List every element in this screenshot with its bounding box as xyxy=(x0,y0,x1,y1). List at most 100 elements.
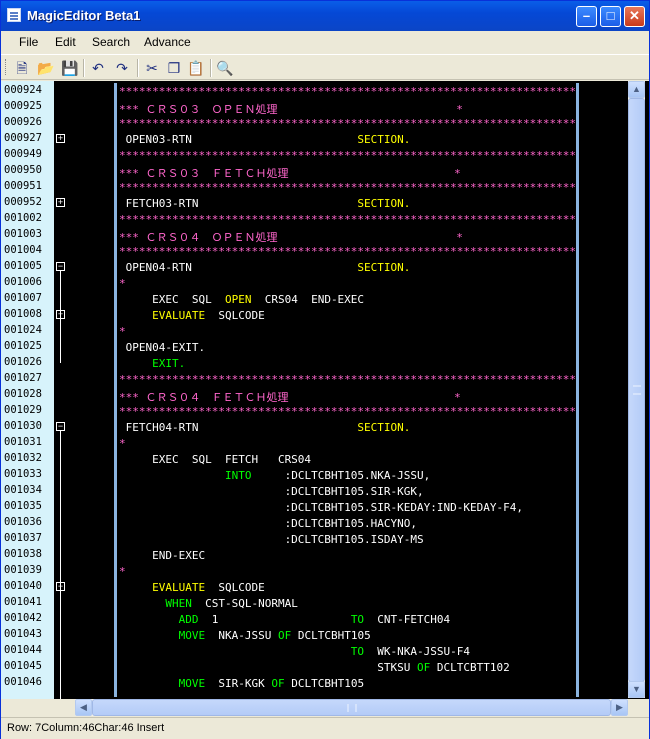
menu-search[interactable]: Search xyxy=(92,35,130,49)
code-token: *** ＣＲＳ０４ ＦＥＴＣＨ処理 xyxy=(119,391,289,404)
code-token: :DCLTCBHT105.ISDAY-MS xyxy=(119,533,424,546)
menu-edit[interactable]: Edit xyxy=(55,35,76,49)
code-line[interactable]: ****************************************… xyxy=(119,85,576,98)
menu-bar: File Edit Search Advance xyxy=(1,31,649,53)
undo-icon[interactable]: ↶ xyxy=(89,59,107,77)
open-folder-icon[interactable]: 📂 xyxy=(37,59,55,77)
code-line[interactable]: ****************************************… xyxy=(119,405,576,418)
code-token: OPEN04-EXIT. xyxy=(119,341,206,354)
copy-icon[interactable]: ❐ xyxy=(165,59,183,77)
code-line[interactable]: *** ＣＲＳ０４ ＯＰＥＮ処理 * xyxy=(119,229,463,245)
scroll-right-button[interactable]: ▶ xyxy=(611,699,628,716)
code-line[interactable]: END-EXEC xyxy=(119,549,205,562)
code-line[interactable]: INTO :DCLTCBHT105.NKA-JSSU, xyxy=(119,469,430,482)
code-line[interactable]: OPEN03-RTN SECTION. xyxy=(119,133,411,146)
code-line[interactable]: STKSU OF DCLTCBTT102 xyxy=(119,661,510,674)
code-line[interactable]: :DCLTCBHT105.SIR-KGK, xyxy=(119,485,424,498)
fold-margin: ++−+−− xyxy=(54,81,114,699)
code-line[interactable]: *** ＣＲＳ０４ ＦＥＴＣＨ処理 * xyxy=(119,389,461,405)
line-number: 001043 xyxy=(4,628,42,640)
code-token: SECTION. xyxy=(357,421,411,434)
title-bar[interactable]: MagicEditor Beta1 – □ ✕ xyxy=(1,1,649,31)
code-line[interactable]: WHEN CST-SQL-NORMAL xyxy=(119,597,298,610)
maximize-button[interactable]: □ xyxy=(600,6,621,27)
code-line[interactable]: FETCH03-RTN SECTION. xyxy=(119,197,411,210)
code-token: ****************************************… xyxy=(119,213,579,226)
menu-file[interactable]: File xyxy=(19,35,38,49)
save-icon[interactable]: 💾 xyxy=(61,59,79,77)
find-icon[interactable]: 🔍 xyxy=(216,59,234,77)
toolbar-separator xyxy=(137,59,139,77)
code-line[interactable]: MOVE NKA-JSSU OF DCLTCBHT105 xyxy=(119,629,371,642)
code-line[interactable]: ADD 1 TO CNT-FETCH04 xyxy=(119,613,451,626)
code-line[interactable]: EVALUATE SQLCODE xyxy=(119,581,265,594)
code-editor[interactable]: 000924 000925 000926 000927 000949 000950 0009… xyxy=(1,81,649,699)
code-line[interactable]: *** ＣＲＳ０３ ＯＰＥＮ処理 * xyxy=(119,101,463,117)
code-line[interactable]: EXEC SQL FETCH CRS04 xyxy=(119,453,311,466)
code-line[interactable]: EXIT. xyxy=(119,357,185,370)
line-number: 001046 xyxy=(4,676,42,688)
code-token: :DCLTCBHT105.HACYNO, xyxy=(119,517,418,530)
code-line[interactable]: ****************************************… xyxy=(119,149,576,162)
code-line[interactable]: OPEN04-RTN SECTION. xyxy=(119,261,411,274)
code-line[interactable]: ****************************************… xyxy=(119,181,579,194)
code-line[interactable]: ****************************************… xyxy=(119,213,579,226)
collapse-icon[interactable]: − xyxy=(56,422,65,431)
expand-icon[interactable]: + xyxy=(56,198,65,207)
scroll-left-button[interactable]: ◀ xyxy=(75,699,92,716)
code-line[interactable]: EXEC SQL OPEN CRS04 END-EXEC xyxy=(119,293,364,306)
collapse-icon[interactable]: − xyxy=(56,262,65,271)
cut-icon[interactable]: ✂ xyxy=(143,59,161,77)
window-title: MagicEditor Beta1 xyxy=(27,8,141,23)
minimize-icon: – xyxy=(582,8,591,23)
code-line[interactable]: EVALUATE SQLCODE xyxy=(119,309,265,322)
code-token: SECTION. xyxy=(357,133,411,146)
code-line[interactable]: :DCLTCBHT105.SIR-KEDAY:IND-KEDAY-F4, xyxy=(119,501,523,514)
paste-icon[interactable]: 📋 xyxy=(187,59,205,77)
line-number: 000949 xyxy=(4,148,42,160)
code-token: CST-SQL-NORMAL xyxy=(191,597,298,610)
code-line[interactable]: ****************************************… xyxy=(119,245,576,258)
code-token: * xyxy=(288,167,461,180)
scroll-up-button[interactable]: ▲ xyxy=(628,81,645,98)
menu-advance[interactable]: Advance xyxy=(144,35,191,49)
vertical-scrollbar[interactable]: ▲ ▼ xyxy=(628,81,645,698)
app-icon[interactable] xyxy=(7,8,21,22)
code-token: ****************************************… xyxy=(119,117,579,130)
code-token: DCLTCBTT102 xyxy=(430,661,510,674)
toolbar-grip[interactable] xyxy=(5,59,9,75)
vertical-scroll-thumb[interactable] xyxy=(628,98,645,682)
line-number: 001045 xyxy=(4,660,42,672)
code-token: ****************************************… xyxy=(119,181,579,194)
code-line[interactable]: * xyxy=(119,565,126,578)
expand-icon[interactable]: + xyxy=(56,134,65,143)
code-token: *** ＣＲＳ０３ ＦＥＴＣＨ処理 xyxy=(119,167,289,180)
line-number: 001037 xyxy=(4,532,42,544)
code-line[interactable]: * xyxy=(119,277,126,290)
code-line[interactable]: TO WK-NKA-JSSU-F4 xyxy=(119,645,470,658)
line-number: 001005 xyxy=(4,260,42,272)
line-number-gutter: 000924 000925 000926 000927 000949 000950 0009… xyxy=(1,81,54,699)
minimize-button[interactable]: – xyxy=(576,6,597,27)
horizontal-scrollbar[interactable]: ◀ ▶ xyxy=(75,699,628,716)
horizontal-scroll-thumb[interactable] xyxy=(92,699,611,716)
scroll-down-button[interactable]: ▼ xyxy=(628,681,645,698)
close-button[interactable]: ✕ xyxy=(624,6,645,27)
code-line[interactable]: :DCLTCBHT105.ISDAY-MS xyxy=(119,533,424,546)
code-line[interactable]: *** ＣＲＳ０３ ＦＥＴＣＨ処理 * xyxy=(119,165,461,181)
code-line[interactable]: * xyxy=(119,437,126,450)
line-number: 000926 xyxy=(4,116,42,128)
code-line[interactable]: ****************************************… xyxy=(119,117,579,130)
code-line[interactable]: ****************************************… xyxy=(119,373,576,386)
code-line[interactable]: MOVE SIR-KGK OF DCLTCBHT105 xyxy=(119,677,364,690)
code-line[interactable]: FETCH04-RTN SECTION. xyxy=(119,421,411,434)
code-text-area[interactable]: ****************************************… xyxy=(114,83,579,697)
redo-icon[interactable]: ↷ xyxy=(113,59,131,77)
code-line[interactable]: :DCLTCBHT105.HACYNO, xyxy=(119,517,417,530)
code-line[interactable]: OPEN04-EXIT. xyxy=(119,341,205,354)
line-number: 000927 xyxy=(4,132,42,144)
code-line[interactable]: * xyxy=(119,325,126,338)
new-file-icon[interactable]: 🗎 xyxy=(13,59,31,77)
